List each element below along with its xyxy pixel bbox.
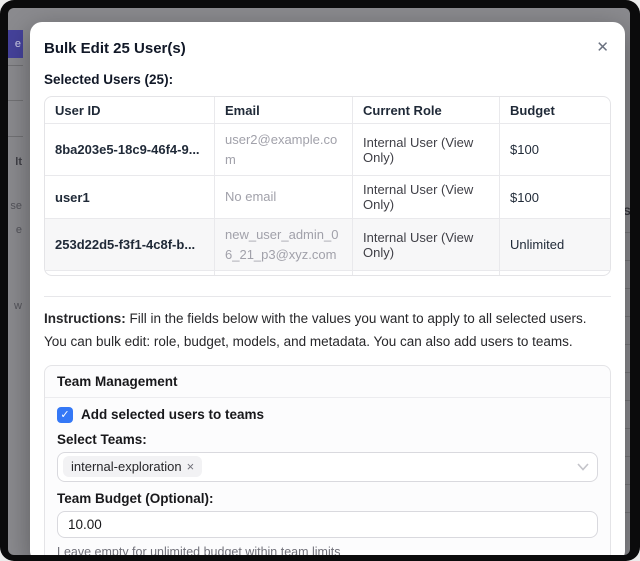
backdrop-text-fragment: e bbox=[16, 224, 22, 236]
checkbox-checked-icon[interactable]: ✓ bbox=[57, 407, 73, 423]
bulk-edit-modal: Bulk Edit 25 User(s) ✕ Selected Users (2… bbox=[30, 22, 625, 555]
team-tag-label: internal-exploration bbox=[71, 459, 182, 474]
role-cell: Internal User (View Only) bbox=[353, 124, 500, 175]
chevron-down-icon[interactable] bbox=[577, 463, 589, 471]
budget-cell: Unlimited bbox=[500, 271, 610, 276]
add-users-to-teams-checkbox-row[interactable]: ✓ Add selected users to teams bbox=[57, 407, 598, 423]
backdrop-text-fragment: se bbox=[10, 200, 22, 212]
user-id-cell: 5dbd2335-cdd6-47ca-b... bbox=[45, 271, 215, 276]
backdrop-blue-button-fragment: e bbox=[8, 30, 23, 58]
column-header-email: Email bbox=[215, 97, 353, 123]
team-tag: internal-exploration × bbox=[63, 456, 202, 477]
modal-title: Bulk Edit 25 User(s) bbox=[44, 36, 186, 57]
close-icon[interactable]: ✕ bbox=[594, 36, 611, 59]
selected-users-label: Selected Users (25): bbox=[44, 72, 611, 87]
checkbox-label: Add selected users to teams bbox=[81, 407, 264, 422]
instructions-prefix: Instructions: bbox=[44, 311, 126, 326]
column-header-current-role: Current Role bbox=[353, 97, 500, 123]
tag-remove-icon[interactable]: × bbox=[187, 459, 195, 474]
window-frame: e lt se e w SS - - - - - - - - - - - bbox=[0, 0, 640, 561]
team-budget-input[interactable] bbox=[57, 511, 598, 538]
teams-multiselect[interactable]: internal-exploration × bbox=[57, 452, 598, 482]
user-id-cell: 8ba203e5-18c9-46f4-9... bbox=[45, 124, 215, 175]
backdrop-text-fragment: lt bbox=[15, 156, 22, 168]
role-cell: Internal User (View Only) bbox=[353, 219, 500, 270]
section-divider bbox=[44, 296, 611, 297]
table-row: 253d22d5-f3f1-4c8f-b... new_user_admin_0… bbox=[45, 218, 610, 270]
email-cell: user2@example.com bbox=[215, 124, 353, 175]
column-header-user-id: User ID bbox=[45, 97, 215, 123]
budget-cell: Unlimited bbox=[500, 219, 610, 270]
email-cell: No email bbox=[215, 176, 353, 218]
table-header-row: User ID Email Current Role Budget bbox=[45, 97, 610, 123]
table-row: user1 No email Internal User (View Only)… bbox=[45, 175, 610, 218]
table-row: 8ba203e5-18c9-46f4-9... user2@example.co… bbox=[45, 123, 610, 175]
team-management-header: Team Management bbox=[45, 366, 610, 398]
email-cell: new_user_admin_06_21_p3@xyz.com bbox=[215, 219, 353, 270]
role-cell: Internal User (View Only) bbox=[353, 271, 500, 276]
backdrop-left-strip: e lt se e w bbox=[8, 8, 23, 555]
budget-cell: $100 bbox=[500, 176, 610, 218]
table-row: 5dbd2335-cdd6-47ca-b... inter Internal U… bbox=[45, 270, 610, 276]
email-cell: inter bbox=[215, 271, 353, 276]
role-cell: Internal User (View Only) bbox=[353, 176, 500, 218]
dimmed-page-backdrop: e lt se e w SS - - - - - - - - - - - bbox=[8, 8, 630, 555]
team-budget-label: Team Budget (Optional): bbox=[57, 491, 598, 506]
budget-cell: $100 bbox=[500, 124, 610, 175]
backdrop-text-fragment: w bbox=[14, 300, 22, 312]
budget-helper-text: Leave empty for unlimited budget within … bbox=[57, 545, 598, 555]
column-header-budget: Budget bbox=[500, 97, 610, 123]
team-management-card: Team Management ✓ Add selected users to … bbox=[44, 365, 611, 555]
instructions-text: Instructions: Fill in the fields below w… bbox=[44, 308, 611, 354]
user-id-cell: 253d22d5-f3f1-4c8f-b... bbox=[45, 219, 215, 270]
user-id-cell: user1 bbox=[45, 176, 215, 218]
select-teams-label: Select Teams: bbox=[57, 432, 598, 447]
selected-users-table[interactable]: User ID Email Current Role Budget 8ba203… bbox=[44, 96, 611, 276]
